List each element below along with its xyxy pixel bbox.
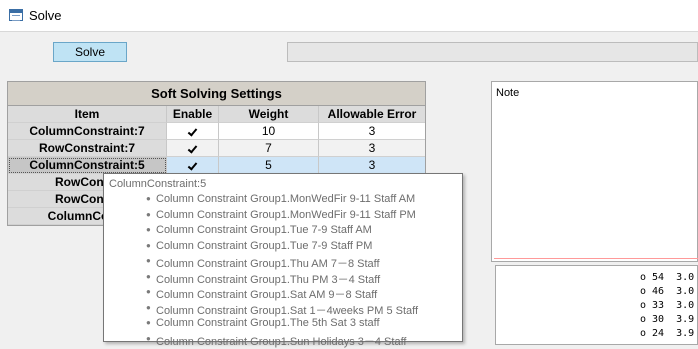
window-title: Solve [29,8,62,23]
result-line: o 33 3.0 [640,300,695,311]
note-label: Note [496,87,520,99]
row-item-cell[interactable]: ColumnConstraint:5 [8,157,167,174]
grid-header-row: Item Enable Weight Allowable Error [8,106,425,123]
progress-bar [287,42,698,62]
settings-title: Soft Solving Settings [8,82,425,106]
note-panel[interactable]: Note [491,81,698,262]
tooltip-item: Column Constraint Group1.MonWedFir 9-11 … [146,209,416,221]
enable-checkbox[interactable] [187,127,198,137]
enable-checkbox[interactable] [187,144,198,154]
weight-cell[interactable]: 10 [219,123,319,140]
row-item-cell[interactable]: ColumnConstraint:7 [8,123,167,140]
allowable-error-cell[interactable]: 3 [319,157,425,174]
window-icon [9,9,23,21]
tooltip-title: ColumnConstraint:5 [109,178,207,190]
enable-cell[interactable] [167,157,219,174]
column-header-enable[interactable]: Enable [167,106,219,123]
weight-cell[interactable]: 5 [219,157,319,174]
tooltip-item: Column Constraint Group1.Sun Holidays 3－… [146,333,407,349]
panel-splitter[interactable] [494,258,698,259]
result-panel[interactable]: o 54 3.0 o 46 3.0 o 33 3.0 o 30 3.9 o 24 3.9 [495,265,698,345]
tooltip-item: Column Constraint Group1.Thu PM 3－4 Staf… [146,271,380,287]
weight-cell[interactable]: 7 [219,140,319,157]
tooltip-item: Column Constraint Group1.Tue 7-9 Staff A… [146,224,372,236]
tooltip-item: Column Constraint Group1.Sat AM 9－8 Staf… [146,286,377,302]
tooltip-item: Column Constraint Group1.Tue 7-9 Staff P… [146,240,372,252]
solve-button[interactable]: Solve [53,42,127,62]
table-row[interactable]: ColumnConstraint:7 10 3 [8,123,425,140]
enable-checkbox[interactable] [187,161,198,171]
table-row[interactable]: ColumnConstraint:5 5 3 [8,157,425,174]
title-bar: Solve [0,0,698,32]
enable-cell[interactable] [167,140,219,157]
tooltip-item: Column Constraint Group1.Sat 1－4weeks PM… [146,302,418,318]
tooltip-item: Column Constraint Group1.The 5th Sat 3 s… [146,317,380,329]
column-header-allowable-error[interactable]: Allowable Error [319,106,425,123]
result-line: o 24 3.9 [640,328,695,339]
result-line: o 30 3.9 [640,314,695,325]
constraint-tooltip: ColumnConstraint:5 Column Constraint Gro… [103,173,463,348]
allowable-error-cell[interactable]: 3 [319,140,425,157]
enable-cell[interactable] [167,123,219,140]
column-header-item[interactable]: Item [8,106,167,123]
table-row[interactable]: RowConstraint:7 7 3 [8,140,425,157]
result-line: o 54 3.0 [640,272,695,283]
column-header-weight[interactable]: Weight [219,106,319,123]
allowable-error-cell[interactable]: 3 [319,123,425,140]
tooltip-item: Column Constraint Group1.Thu AM 7－8 Staf… [146,255,380,271]
row-item-cell[interactable]: RowConstraint:7 [8,140,167,157]
tooltip-item: Column Constraint Group1.MonWedFir 9-11 … [146,193,415,205]
result-line: o 46 3.0 [640,286,695,297]
